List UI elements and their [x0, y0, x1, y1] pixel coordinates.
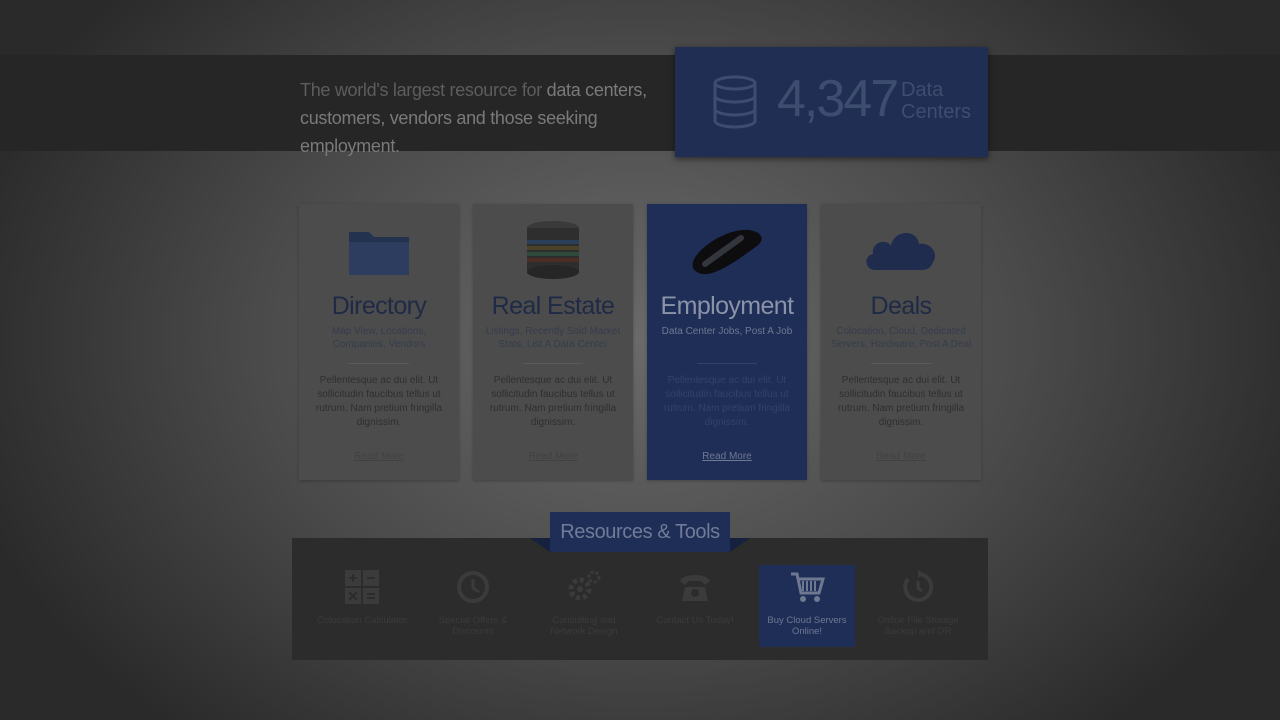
backup-icon: [903, 570, 934, 602]
card-title: Employment: [660, 292, 795, 320]
database-icon: [713, 75, 757, 129]
resource-colocation-calculator[interactable]: Colocation Calculator: [314, 565, 410, 647]
card-directory[interactable]: Directory Map View, Locations, Companies…: [299, 204, 459, 480]
server-stack-icon: [527, 221, 579, 279]
stat-label-line-2: Centers: [901, 101, 972, 123]
stat-label-line-1: Data: [901, 79, 944, 101]
ribbon-fold-left: [530, 538, 550, 552]
resource-online-storage[interactable]: Online File Storage Backup and DR: [870, 565, 966, 647]
cloud-icon: [866, 232, 936, 270]
ribbon-fold-right: [730, 538, 750, 552]
tagline-highlight-2: customers, vendors and those seeking emp…: [300, 108, 598, 156]
read-more-link[interactable]: Read More: [821, 451, 981, 462]
calculator-icon: [345, 570, 379, 604]
resource-label: Consulting and Network Design: [550, 615, 618, 637]
card-divider: [523, 363, 583, 364]
resource-label: Special Offers & Discounts: [438, 615, 508, 637]
read-more-link[interactable]: Read More: [473, 451, 633, 462]
resource-label: Contact Us Today!: [656, 615, 734, 626]
cart-icon: [791, 572, 825, 602]
data-center-count: 4,347: [777, 70, 899, 128]
read-more-link[interactable]: Read More: [647, 451, 807, 462]
gears-icon: [568, 570, 601, 601]
card-title: Directory: [331, 292, 427, 320]
card-title: Deals: [870, 292, 933, 320]
card-subtitle: Map View, Locations, Companies, Vendors: [331, 326, 427, 350]
card-deals[interactable]: Deals Colocation, Cloud, Dedicated Serve…: [821, 204, 981, 480]
read-more-link[interactable]: Read More: [299, 451, 459, 462]
card-employment[interactable]: Employment Data Center Jobs, Post A Job …: [647, 204, 807, 480]
card-title: Real Estate: [491, 292, 615, 320]
card-body: Pellentesque ac dui elit. Ut sollicitudi…: [315, 375, 443, 428]
card-divider: [871, 363, 931, 364]
resource-label: Buy Cloud Servers Online!: [767, 615, 847, 637]
card-subtitle: Listings, Recently Sold Market Stats, Li…: [485, 326, 621, 350]
card-real-estate[interactable]: Real Estate Listings, Recently Sold Mark…: [473, 204, 633, 480]
card-body: Pellentesque ac dui elit. Ut sollicitudi…: [837, 375, 965, 428]
card-divider: [697, 363, 757, 364]
resource-label: Colocation Calculator: [316, 615, 408, 626]
resource-consulting[interactable]: Consulting and Network Design: [536, 565, 632, 647]
resource-label: Online File Storage Backup and DR: [877, 615, 959, 637]
card-divider: [349, 363, 409, 364]
card-body: Pellentesque ac dui elit. Ut sollicitudi…: [663, 375, 791, 428]
resource-special-offers[interactable]: Special Offers & Discounts: [425, 565, 521, 647]
data-center-count-label: Data Centers: [901, 79, 971, 123]
card-body: Pellentesque ac dui elit. Ut sollicitudi…: [489, 375, 617, 428]
tagline-highlight: data centers,: [546, 80, 647, 100]
phone-icon: [680, 575, 710, 601]
card-subtitle: Colocation, Cloud, Dedicated Servers, Ha…: [830, 326, 972, 350]
folder-icon: [349, 232, 409, 275]
clock-icon: [457, 571, 489, 603]
card-subtitle: Data Center Jobs, Post A Job: [661, 326, 793, 337]
hero-tagline: The world's largest resource for data ce…: [300, 76, 660, 160]
resource-buy-cloud-servers[interactable]: Buy Cloud Servers Online!: [759, 565, 855, 647]
data-center-count-box: 4,347 Data Centers: [675, 47, 988, 157]
resource-contact-us[interactable]: Contact Us Today!: [647, 565, 743, 647]
resources-heading: Resources & Tools: [550, 512, 730, 552]
mouse-icon: [692, 229, 762, 275]
tagline-text: The world's largest resource for: [300, 80, 547, 100]
